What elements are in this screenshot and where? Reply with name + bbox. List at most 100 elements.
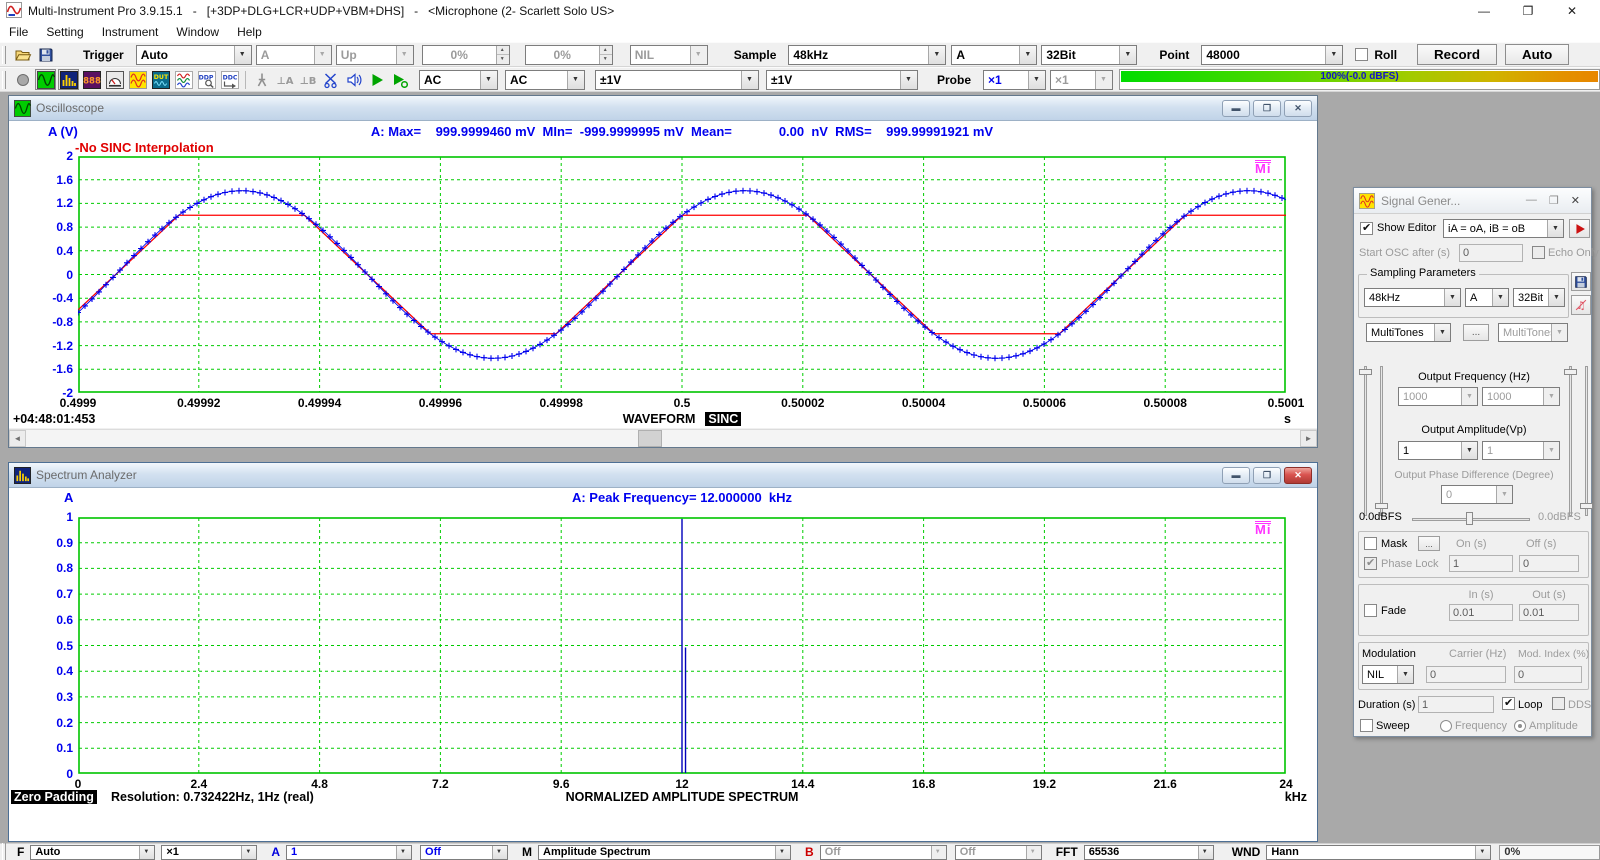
chevron-down-icon[interactable] (1095, 71, 1112, 89)
range-b-dropdown[interactable]: ±1V (766, 70, 918, 90)
phase-lock-checkbox[interactable] (1364, 557, 1377, 570)
chevron-down-icon[interactable] (1548, 289, 1564, 306)
b-filter-dropdown[interactable]: Off (955, 845, 1042, 860)
ddp-viewer-icon[interactable]: DDP (196, 69, 217, 90)
sg-sample-rate-dropdown[interactable]: 48kHz (1364, 288, 1461, 307)
trigger-mode-dropdown[interactable]: Auto (136, 45, 252, 65)
spin-down-icon[interactable] (600, 55, 612, 64)
phase-dropdown[interactable]: 0 (1441, 485, 1513, 504)
pre-trigger-spinner[interactable]: 0% (525, 45, 613, 65)
chevron-down-icon[interactable] (1026, 846, 1041, 859)
overlap-field[interactable]: 0% (1499, 845, 1600, 860)
signal-source-analyzer-icon[interactable]: 888 (81, 69, 102, 90)
a-filter-dropdown[interactable]: Off (420, 845, 508, 860)
chevron-down-icon[interactable] (1325, 46, 1342, 64)
open-icon[interactable] (12, 44, 33, 65)
oscilloscope-icon[interactable] (35, 69, 56, 90)
run-icon[interactable] (366, 69, 387, 90)
close-icon[interactable]: ✕ (1565, 194, 1586, 207)
freq-b-dropdown[interactable]: 1000 (1482, 387, 1560, 406)
oscilloscope-title-bar[interactable]: Oscilloscope ▬ ❐ ✕ (9, 96, 1317, 121)
restore-icon[interactable]: ❐ (1253, 467, 1281, 484)
minimize-icon[interactable]: — (1520, 194, 1543, 207)
sweep-checkbox[interactable] (1360, 719, 1373, 732)
chevron-down-icon[interactable] (1496, 486, 1512, 503)
sweep-amplitude-radio[interactable] (1514, 720, 1526, 732)
scroll-left-icon[interactable]: ◄ (9, 430, 26, 447)
point-dropdown[interactable]: 48000 (1201, 45, 1343, 65)
waveform-a-dropdown[interactable]: MultiTones (1366, 323, 1451, 342)
chevron-down-icon[interactable] (396, 846, 411, 859)
slider-handle[interactable] (1564, 369, 1577, 375)
routing-dropdown[interactable]: iA = oA, iB = oB (1443, 219, 1564, 238)
signal-generator-icon[interactable] (127, 69, 148, 90)
close-icon[interactable]: ✕ (1284, 467, 1312, 484)
chevron-down-icon[interactable] (480, 71, 497, 89)
save-icon[interactable] (35, 44, 56, 65)
scroll-right-icon[interactable]: ► (1300, 430, 1317, 447)
chevron-down-icon[interactable] (1434, 324, 1450, 341)
slider-handle[interactable] (1466, 512, 1473, 525)
chevron-down-icon[interactable] (741, 71, 758, 89)
chevron-down-icon[interactable] (1119, 46, 1136, 64)
sample-rate-dropdown[interactable]: 48kHz (788, 45, 946, 65)
mask-on-input[interactable]: 1 (1449, 555, 1513, 572)
minimize-icon[interactable]: ▬ (1222, 467, 1250, 484)
frequency-range-dropdown[interactable]: Auto (30, 845, 155, 860)
run-continuous-icon[interactable] (389, 69, 410, 90)
toolbar-grip[interactable] (2, 46, 6, 64)
duration-input[interactable]: 1 (1418, 696, 1494, 713)
chevron-down-icon[interactable] (1551, 324, 1567, 341)
close-icon[interactable]: ✕ (1550, 1, 1594, 21)
chevron-down-icon[interactable] (1028, 71, 1045, 89)
toolbar-grip[interactable] (2, 843, 6, 860)
range-a-dropdown[interactable]: ±1V (595, 70, 759, 90)
chevron-down-icon[interactable] (1475, 846, 1490, 859)
menu-setting[interactable]: Setting (37, 23, 92, 41)
mask-off-input[interactable]: 0 (1519, 555, 1579, 572)
restore-icon[interactable]: ❐ (1253, 100, 1281, 117)
dds-checkbox[interactable] (1552, 697, 1565, 710)
start-osc-input[interactable]: 0 (1459, 244, 1523, 262)
sample-bits-dropdown[interactable]: 32Bit (1041, 45, 1137, 65)
multitones-editor-button[interactable]: ... (1463, 324, 1489, 341)
spectrum-analyzer-icon[interactable] (58, 69, 79, 90)
probe-b-dropdown[interactable]: ×1 (1050, 70, 1113, 90)
chevron-down-icon[interactable] (1444, 289, 1460, 306)
maximize-icon[interactable]: ❐ (1543, 194, 1565, 207)
trigger-hpf-dropdown[interactable]: NIL (630, 45, 708, 65)
scrollbar-thumb[interactable] (638, 430, 662, 447)
calibration-icon[interactable] (320, 69, 341, 90)
zoom-dropdown[interactable]: ×1 (161, 845, 257, 860)
spin-up-icon[interactable] (497, 46, 509, 56)
scrollbar-track[interactable] (26, 430, 1300, 447)
menu-window[interactable]: Window (167, 23, 228, 41)
mask-checkbox[interactable] (1364, 537, 1377, 550)
chevron-down-icon[interactable] (1543, 388, 1559, 405)
menu-instrument[interactable]: Instrument (93, 23, 168, 41)
signal-generator-title-bar[interactable]: Signal Gener... — ❐ ✕ (1354, 188, 1591, 214)
chevron-down-icon[interactable] (314, 46, 331, 64)
chevron-down-icon[interactable] (1397, 666, 1413, 683)
fade-in-input[interactable]: 0.01 (1449, 604, 1513, 621)
derived-data-point-icon[interactable] (173, 69, 194, 90)
chevron-down-icon[interactable] (1019, 46, 1036, 64)
record-button[interactable]: Record (1417, 44, 1497, 65)
chevron-down-icon[interactable] (241, 846, 256, 859)
roll-checkbox[interactable] (1355, 48, 1368, 61)
chevron-down-icon[interactable] (900, 71, 917, 89)
save-signal-icon[interactable] (1571, 272, 1591, 291)
amp-b-slider[interactable] (1585, 366, 1588, 516)
auto-button[interactable]: Auto (1505, 44, 1569, 65)
amp-b-dropdown[interactable]: 1 (1482, 441, 1560, 460)
multimeter-icon[interactable] (104, 69, 125, 90)
chevron-down-icon[interactable] (1198, 846, 1213, 859)
spectrum-title-bar[interactable]: Spectrum Analyzer ▬ ❐ ✕ (9, 463, 1317, 488)
toolbar-grip[interactable] (2, 71, 6, 89)
probe-b-icon[interactable]: ⊥B (297, 69, 318, 90)
chevron-down-icon[interactable] (931, 846, 946, 859)
sweep-frequency-radio[interactable] (1440, 720, 1452, 732)
freq-b-slider[interactable] (1569, 366, 1572, 516)
chevron-down-icon[interactable] (1492, 289, 1508, 306)
minimize-icon[interactable]: ▬ (1222, 100, 1250, 117)
